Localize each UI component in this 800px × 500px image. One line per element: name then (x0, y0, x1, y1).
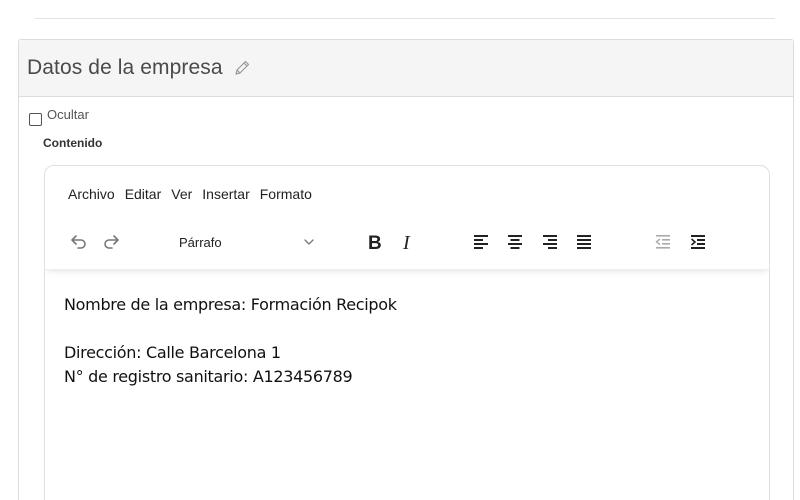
italic-button[interactable]: I (395, 229, 421, 255)
menu-formato[interactable]: Formato (260, 186, 312, 202)
rich-text-editor: Archivo Editar Ver Insertar Formato Párr… (44, 165, 770, 500)
content-line-blank (64, 317, 750, 341)
svg-text:I: I (402, 232, 411, 253)
align-center-button[interactable] (502, 229, 528, 255)
redo-button[interactable] (99, 229, 125, 255)
align-justify-button[interactable] (571, 229, 597, 255)
align-left-button[interactable] (468, 229, 494, 255)
editor-toolbar: Archivo Editar Ver Insertar Formato Párr… (45, 166, 769, 270)
hide-checkbox[interactable] (29, 113, 42, 126)
pencil-icon[interactable] (233, 59, 251, 77)
italic-icon: I (402, 232, 411, 253)
menu-insertar[interactable]: Insertar (202, 186, 249, 202)
outdent-button[interactable] (650, 229, 676, 255)
block-format-select[interactable]: Párrafo (167, 228, 325, 256)
align-left-icon (474, 235, 488, 249)
menu-archivo[interactable]: Archivo (68, 186, 115, 202)
align-justify-icon (577, 235, 591, 249)
chevron-down-icon (304, 239, 314, 245)
redo-icon (104, 235, 119, 249)
align-right-button[interactable] (537, 229, 563, 255)
editor-menubar: Archivo Editar Ver Insertar Formato (68, 186, 322, 202)
hide-label: Ocultar (47, 107, 89, 122)
svg-text:B: B (368, 233, 382, 253)
align-center-icon (508, 235, 522, 249)
top-divider (35, 18, 775, 19)
company-data-panel: Datos de la empresa Ocultar Contenido Ar… (18, 39, 794, 500)
bold-button[interactable]: B (361, 229, 387, 255)
panel-header: Datos de la empresa (19, 40, 793, 97)
block-format-value: Párrafo (179, 234, 222, 250)
content-line-address: Dirección: Calle Barcelona 1 (64, 343, 281, 362)
content-label: Contenido (43, 136, 103, 150)
bold-icon: B (368, 233, 382, 253)
align-right-icon (543, 235, 557, 249)
undo-button[interactable] (65, 229, 91, 255)
outdent-icon (655, 235, 670, 249)
menu-ver[interactable]: Ver (171, 186, 192, 202)
panel-title: Datos de la empresa (27, 56, 223, 79)
indent-button[interactable] (685, 229, 711, 255)
undo-icon (71, 235, 86, 249)
indent-icon (690, 235, 705, 249)
menu-editar[interactable]: Editar (125, 186, 162, 202)
content-line-registry: N° de registro sanitario: A123456789 (64, 367, 353, 386)
content-line-company-name: Nombre de la empresa: Formación Recipok (64, 295, 397, 314)
hide-row: Ocultar (29, 107, 89, 126)
editor-content-area[interactable]: Nombre de la empresa: Formación Recipok … (45, 271, 769, 500)
